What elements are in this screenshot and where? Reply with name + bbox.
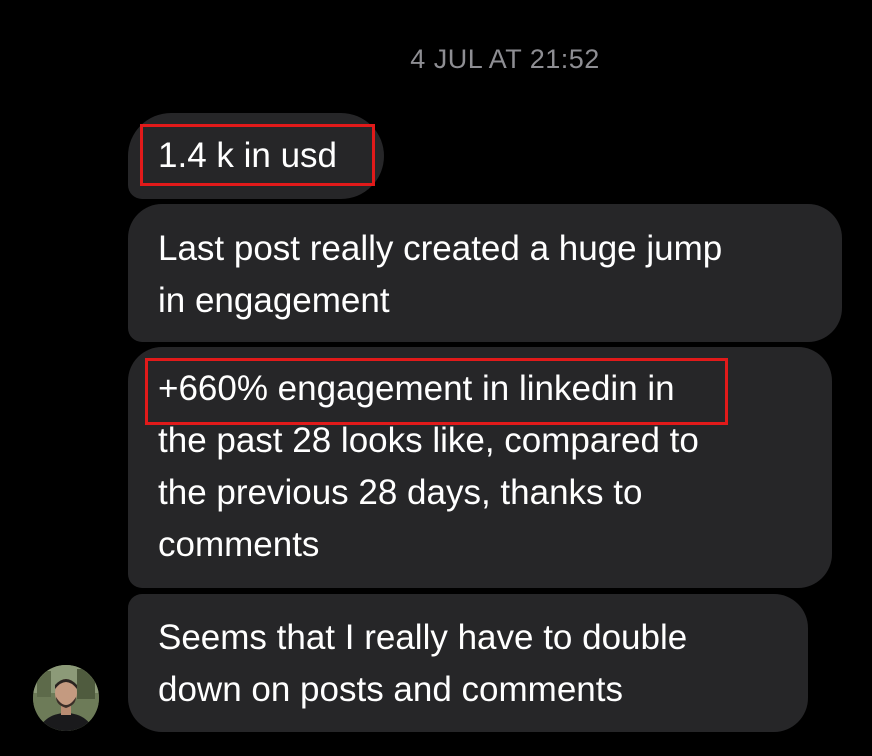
message-bubble-1[interactable]: 1.4 k in usd: [128, 113, 384, 199]
message-line: +660% engagement in linkedin in: [158, 369, 675, 408]
message-line: the previous 28 days, thanks to: [158, 473, 643, 512]
message-line: down on posts and comments: [158, 670, 623, 709]
message-line: Seems that I really have to double: [158, 618, 688, 657]
message-line: the past 28 looks like, compared to: [158, 421, 699, 460]
message-line: comments: [158, 525, 320, 564]
sender-avatar[interactable]: [33, 665, 99, 731]
message-line: 1.4 k in usd: [158, 136, 337, 175]
message-line: Last post really created a huge jump: [158, 229, 723, 268]
avatar-photo-icon: [33, 665, 99, 731]
message-bubble-4[interactable]: Seems that I really have to double down …: [128, 594, 808, 732]
chat-timestamp: 4 JUL AT 21:52: [410, 44, 600, 74]
message-line: in engagement: [158, 281, 390, 320]
message-bubble-2[interactable]: Last post really created a huge jump in …: [128, 204, 842, 342]
message-bubble-3[interactable]: +660% engagement in linkedin in the past…: [128, 347, 832, 588]
